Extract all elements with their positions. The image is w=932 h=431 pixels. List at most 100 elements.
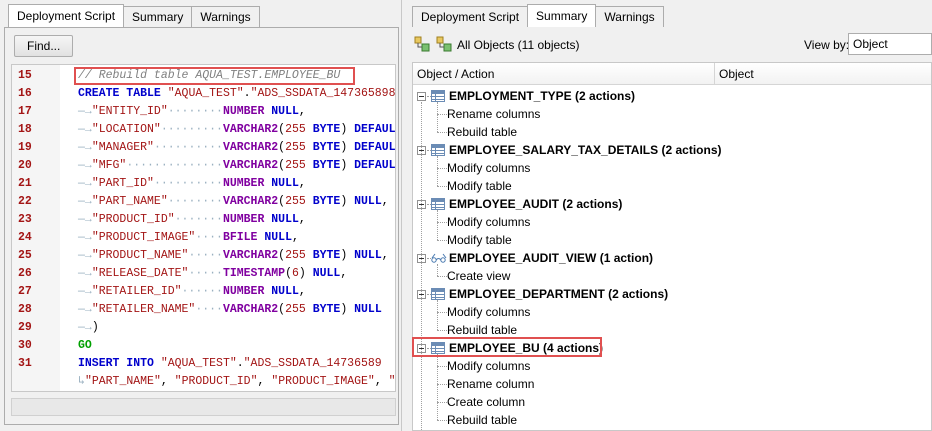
line-number: 23 (18, 213, 32, 226)
editor-horizontal-scrollbar[interactable] (11, 398, 396, 416)
left-tab-strip: Deployment Script Summary Warnings (8, 4, 260, 27)
tree-connector (437, 114, 447, 115)
line-number: 31 (18, 357, 32, 370)
tree-action-row[interactable]: Create columnRELEASE_DATE on table EMPLO… (413, 393, 931, 411)
script-line: 17 —→"ENTITY_ID"········NUMBER NULL, (12, 103, 395, 121)
grid-header: Object / Action Object (413, 63, 931, 85)
tree-action-row[interactable]: Modify columnsEMPLOYEE_NAME, SALARY on t… (413, 159, 931, 177)
line-number: 17 (18, 105, 32, 118)
script-line-code: —→"RELEASE_DATE"·····TIMESTAMP(6) NULL, (78, 267, 348, 280)
tree-connector (437, 264, 438, 276)
tree-action-row[interactable]: Modify columnsCENTER_NAME, CODE, DATE_OF… (413, 303, 931, 321)
tree-connector (437, 186, 447, 187)
tree-group-row[interactable]: EMPLOYEE_DEPARTMENT (2 actions) (413, 285, 931, 303)
group-label: EMPLOYEE_DEPARTMENT (2 actions) (449, 287, 669, 301)
script-line: 20 —→"MFG"··············VARCHAR2(255 BYTE… (12, 157, 395, 175)
tree-connector (437, 240, 447, 241)
action-label: Modify columns (447, 359, 531, 373)
script-line: 28 —→"RETAILER_NAME"····VARCHAR2(255 BYTE… (12, 301, 395, 319)
action-label: Modify table (447, 233, 512, 247)
tree-action-row[interactable]: Rename columnsEMPLOYMENT_TYPE_CATEGOR to… (413, 105, 931, 123)
table-icon (431, 144, 445, 156)
script-line: 19 —→"MANAGER"··········VARCHAR2(255 BYTE… (12, 139, 395, 157)
action-label: Modify table (447, 179, 512, 193)
line-number: 28 (18, 303, 32, 316)
tree-connector (437, 312, 447, 313)
script-line-code: —→"LOCATION"·········VARCHAR2(255 BYTE) … (78, 123, 396, 136)
line-number: 22 (18, 195, 32, 208)
tree-connector (437, 132, 447, 133)
script-line: 24 —→"PRODUCT_IMAGE"····BFILE NULL, (12, 229, 395, 247)
tree-group-row[interactable]: EMPLOYEE_AUDIT (2 actions) (413, 195, 931, 213)
script-line: 16 CREATE TABLE "AQUA_TEST"."ADS_SSDATA_1… (12, 85, 395, 103)
tab-warnings[interactable]: Warnings (595, 6, 664, 27)
script-line: 27 —→"RETAILER_ID"······NUMBER NULL, (12, 283, 395, 301)
action-label: Create column (447, 395, 526, 409)
line-number: 27 (18, 285, 32, 298)
tree-connector (437, 102, 438, 132)
action-label: Modify columns (447, 215, 531, 229)
tab-deployment-script[interactable]: Deployment Script (8, 4, 125, 27)
script-line-code: INSERT INTO "AQUA_TEST"."ADS_SSDATA_1473… (78, 357, 382, 370)
script-line-code: —→"PART_ID"··········NUMBER NULL, (78, 177, 306, 190)
script-line-code: ↳"PART_NAME", "PRODUCT_ID", "PRODUCT_IMA… (78, 375, 396, 388)
tree-group-row[interactable]: EMPLOYEE_AUDIT_VIEW (1 action) (413, 249, 931, 267)
tree-action-row[interactable]: Rebuild tableEMPLOYMENT_TYPE (413, 123, 931, 141)
deployment-script-pane: Deployment Script Summary Warnings Find.… (0, 0, 402, 431)
tree-action-row[interactable]: Modify columnsLOCATION, MANAGER, MFG, PR… (413, 357, 931, 375)
script-line-code: —→SELECT "ENTITY_ID", "LOCATION", "MANAG… (78, 391, 382, 392)
tree-connector (437, 210, 438, 240)
tab-summary[interactable]: Summary (123, 6, 193, 27)
tree-group-row[interactable]: EMPLOYEE_SALARY_TAX_DETAILS (2 actions) (413, 141, 931, 159)
tree-action-row[interactable]: Modify columnsACTION, EMP_NAME, EMP_PASS… (413, 213, 931, 231)
view-by-select[interactable]: Object (848, 33, 932, 55)
find-button[interactable]: Find... (14, 35, 74, 57)
script-line-code: —→) (78, 321, 99, 334)
script-line: 30 GO (12, 337, 395, 355)
view-icon (431, 253, 447, 263)
column-header-object-action[interactable]: Object / Action (413, 63, 715, 85)
tree-connector (437, 168, 447, 169)
tree-group-row[interactable]: EMPLOYMENT_TYPE (2 actions) (413, 87, 931, 105)
group-label: EMPLOYMENT_TYPE (2 actions) (449, 89, 636, 103)
tab-deployment-script[interactable]: Deployment Script (412, 6, 529, 27)
tree-action-row[interactable]: Rename columnPRODUCT_IMAGEE to PRODUCT_I… (413, 375, 931, 393)
script-line-code: —→"PRODUCT_NAME"·····VARCHAR2(255 BYTE) … (78, 249, 389, 262)
script-line: 26 —→"RELEASE_DATE"·····TIMESTAMP(6) NULL… (12, 265, 395, 283)
script-line-code: GO (78, 339, 92, 352)
tree-connector (437, 156, 438, 186)
tree-action-row[interactable]: Modify tableEMPLOYEE_SALARY_TAX_DETAILS (413, 177, 931, 195)
line-number: 32 (12, 391, 56, 392)
collapse-all-icon[interactable] (436, 36, 452, 52)
line-number: 21 (18, 177, 32, 190)
script-line: 22 —→"PART_NAME"········VARCHAR2(255 BYTE… (12, 193, 395, 211)
action-label: Rebuild table (447, 125, 518, 139)
script-line: 31 INSERT INTO "AQUA_TEST"."ADS_SSDATA_14… (12, 355, 395, 373)
table-icon (431, 198, 445, 210)
tree-action-row[interactable]: Create viewEMPLOYEE_AUDIT_VIEW (413, 267, 931, 285)
action-label: Create view (447, 269, 511, 283)
tree-connector (437, 354, 438, 420)
script-line-code: —→"RETAILER_NAME"····VARCHAR2(255 BYTE) … (78, 303, 382, 316)
table-icon (431, 90, 445, 102)
tab-warnings[interactable]: Warnings (191, 6, 260, 27)
tree-connector (437, 402, 447, 403)
tree-action-row[interactable]: Modify tableEMPLOYEE_AUDIT (413, 231, 931, 249)
tree-action-row[interactable]: Rebuild tableEMPLOYEE_BU (413, 411, 931, 429)
expand-all-icon[interactable] (414, 36, 430, 52)
tree-connector (421, 102, 422, 430)
script-line-code: —→"PRODUCT_IMAGE"····BFILE NULL, (78, 231, 299, 244)
line-number: 16 (18, 87, 32, 100)
summary-tree-grid: Object / Action Object EMPLOYMENT_TYPE (… (412, 62, 932, 431)
column-header-object[interactable]: Object (715, 63, 931, 85)
collapse-toggle-icon[interactable] (417, 92, 426, 101)
script-line-code: CREATE TABLE "AQUA_TEST"."ADS_SSDATA_147… (78, 87, 396, 100)
line-number: 30 (18, 339, 32, 352)
action-label: Modify columns (447, 305, 531, 319)
script-editor[interactable]: 15// Rebuild table AQUA_TEST.EMPLOYEE_BU… (11, 64, 396, 392)
script-line: 29 —→) (12, 319, 395, 337)
script-line: 25 —→"PRODUCT_NAME"·····VARCHAR2(255 BYTE… (12, 247, 395, 265)
tree-connector (437, 222, 447, 223)
line-number: 19 (18, 141, 32, 154)
tab-summary[interactable]: Summary (527, 4, 597, 27)
